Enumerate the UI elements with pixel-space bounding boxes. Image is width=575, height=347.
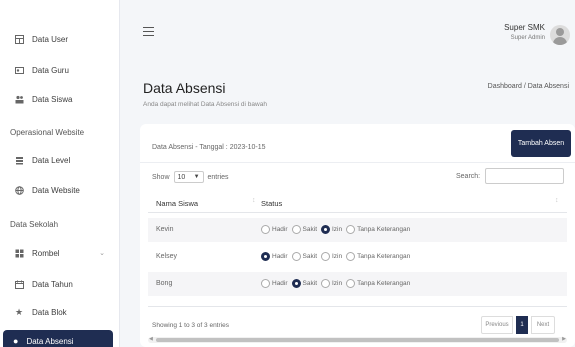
radio-label: Sakit (302, 253, 317, 260)
sidebar-item-label: Data User (32, 34, 69, 44)
sidebar-item-label: Data Blok (32, 307, 67, 317)
sidebar-item-label: Data Absensi (26, 336, 74, 346)
star-icon: ★ (14, 306, 24, 317)
user-check-icon: ● (13, 336, 19, 346)
sidebar-item-data-website[interactable]: Data Website (14, 180, 111, 200)
radio-label: Izin (332, 280, 343, 287)
column-header-nama-siswa[interactable]: Nama Siswa (156, 199, 198, 208)
sidebar-item-label: Data Tahun (32, 279, 73, 289)
sidebar-item-data-blok[interactable]: ★ Data Blok (14, 302, 111, 322)
column-header-status[interactable]: Status (261, 199, 282, 208)
sidebar-item-data-siswa[interactable]: Data Siswa (14, 89, 111, 109)
status-radio-group: Hadir Sakit Izin Tanpa Keterangan (261, 279, 410, 288)
sidebar-item-data-user[interactable]: Data User (14, 29, 111, 49)
scroll-right-icon[interactable]: ▶ (562, 336, 566, 342)
student-name: Bong (156, 280, 173, 287)
layers-icon (14, 155, 24, 165)
sidebar-item-label: Data Website (32, 185, 80, 195)
chevron-down-icon: ⌄ (99, 250, 105, 257)
absensi-card: Data Absensi - Tanggal : 2023-10-15 Tamb… (140, 124, 575, 347)
sidebar-item-data-guru[interactable]: Data Guru (14, 60, 111, 80)
radio-label: Hadir (272, 280, 288, 287)
scroll-left-icon[interactable]: ◀ (149, 336, 153, 342)
previous-page-button[interactable]: Previous (481, 316, 513, 334)
radio-hadir[interactable] (261, 252, 270, 261)
search-label: Search: (456, 173, 481, 180)
user-role: Super Admin (510, 35, 545, 41)
radio-hadir[interactable] (261, 225, 270, 234)
id-card-icon (14, 65, 24, 75)
radio-tanpa-keterangan[interactable] (346, 279, 356, 288)
radio-label: Izin (332, 253, 343, 260)
search-input[interactable] (485, 168, 564, 184)
radio-hadir[interactable] (261, 279, 270, 288)
entries-info: Showing 1 to 3 of 3 entries (152, 322, 229, 329)
sort-icon: ↕ (555, 197, 559, 204)
sidebar-item-label: Data Level (32, 155, 71, 165)
pagination: Previous 1 Next (481, 316, 555, 334)
status-radio-group: Hadir Sakit Izin Tanpa Keterangan (261, 225, 410, 234)
breadcrumb[interactable]: Dashboard / Data Absensi (488, 83, 569, 90)
radio-izin[interactable] (321, 225, 330, 234)
entries-select-value: 10 (177, 173, 186, 181)
student-name: Kevin (156, 226, 174, 233)
calendar-icon (14, 279, 24, 289)
page-1-button[interactable]: 1 (516, 316, 528, 334)
radio-tanpa-keterangan[interactable] (346, 225, 356, 234)
radio-sakit[interactable] (291, 279, 301, 288)
sidebar-item-label: Data Guru (32, 65, 69, 75)
grid-icon (14, 248, 24, 258)
sidebar-item-rombel[interactable]: Rombel ⌄ (14, 243, 111, 263)
radio-izin[interactable] (321, 279, 330, 288)
sidebar-item-data-absensi[interactable]: ● Data Absensi (3, 330, 113, 347)
next-page-button[interactable]: Next (531, 316, 555, 334)
radio-label: Izin (332, 226, 343, 233)
table-footer-divider (148, 306, 567, 307)
table-icon (14, 34, 24, 44)
radio-label: Sakit (302, 280, 317, 287)
avatar[interactable] (550, 25, 570, 45)
radio-label: Hadir (272, 226, 288, 233)
radio-izin[interactable] (321, 252, 330, 261)
users-icon (14, 94, 24, 104)
sidebar-item-data-tahun[interactable]: Data Tahun (14, 274, 111, 294)
radio-sakit[interactable] (291, 225, 301, 234)
status-radio-group: Hadir Sakit Izin Tanpa Keterangan (261, 252, 410, 261)
sort-icon: ↕ (252, 197, 256, 204)
topbar: Super SMK Super Admin (125, 0, 575, 62)
radio-label: Hadir (272, 253, 288, 260)
add-absen-button[interactable]: Tambah Absen (511, 130, 571, 157)
radio-label: Sakit (302, 226, 317, 233)
sidebar-item-label: Data Siswa (32, 94, 73, 104)
scrollbar-thumb[interactable] (156, 338, 559, 342)
radio-tanpa-keterangan[interactable] (346, 252, 356, 261)
entries-label: entries (207, 173, 229, 181)
show-entries: Show 10 ▼ entries (152, 171, 229, 183)
sidebar-section-sekolah: Data Sekolah (10, 220, 59, 229)
radio-label: Tanpa Keterangan (357, 280, 411, 287)
table-header-divider (148, 212, 567, 213)
radio-label: Tanpa Keterangan (357, 226, 411, 233)
chevron-down-icon: ▼ (193, 174, 200, 180)
card-title: Data Absensi - Tanggal : 2023-10-15 (152, 144, 266, 151)
horizontal-scrollbar[interactable]: ◀ ▶ (148, 336, 567, 343)
page-title: Data Absensi (143, 80, 226, 96)
sidebar-item-data-level[interactable]: Data Level (14, 150, 111, 170)
divider (140, 162, 575, 163)
sidebar-item-label: Rombel (32, 248, 60, 258)
entries-select[interactable]: 10 ▼ (173, 171, 204, 183)
radio-label: Tanpa Keterangan (357, 253, 411, 260)
page-subtitle: Anda dapat melihat Data Absensi di bawah (143, 101, 267, 108)
user-name[interactable]: Super SMK (504, 23, 545, 32)
radio-sakit[interactable] (291, 252, 301, 261)
sidebar-section-operasional: Operasional Website (10, 128, 85, 137)
show-label: Show (152, 173, 170, 181)
student-name: Kelsey (156, 253, 178, 260)
sidebar: Data User Data Guru Data Siswa Operasion… (0, 0, 120, 347)
globe-icon (14, 185, 24, 195)
menu-toggle-icon[interactable] (143, 27, 154, 36)
